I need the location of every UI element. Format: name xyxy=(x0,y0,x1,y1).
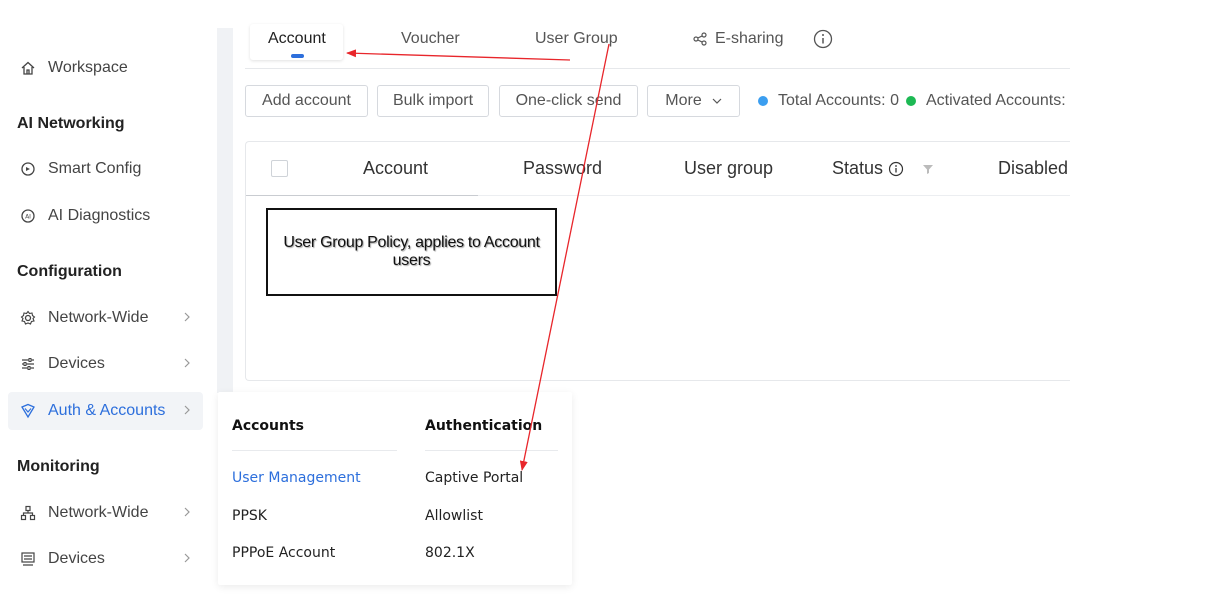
submenu-divider-authentication xyxy=(425,450,558,451)
submenu-heading-authentication: Authentication xyxy=(425,418,543,434)
arrow-to-account-tab xyxy=(346,49,571,61)
sidebar-divider xyxy=(217,28,233,393)
annotation-line-1: User Group Policy, applies to Account xyxy=(283,234,540,251)
column-header-account[interactable]: Account xyxy=(363,158,428,179)
device-monitor-icon xyxy=(18,549,38,569)
smart-config-icon xyxy=(18,159,38,179)
topology-icon xyxy=(18,503,38,523)
sidebar-item-network-wide-monitoring[interactable]: Network-Wide xyxy=(8,494,203,532)
column-header-status-label: Status xyxy=(832,158,884,178)
chevron-right-icon xyxy=(183,403,191,421)
tabs-divider xyxy=(245,68,1070,69)
submenu-item-allowlist[interactable]: Allowlist xyxy=(425,508,483,524)
share-icon xyxy=(693,32,707,46)
column-header-status: Status xyxy=(832,158,934,179)
total-accounts-stat: Total Accounts: 0 xyxy=(778,92,899,109)
tab-account[interactable]: Account xyxy=(268,30,326,48)
submenu-item-user-management[interactable]: User Management xyxy=(232,470,361,486)
sidebar-item-devices-monitoring[interactable]: Devices xyxy=(8,540,203,578)
column-header-disabled: Disabled xyxy=(998,158,1069,178)
activated-accounts-stat: Activated Accounts: 0 xyxy=(926,92,1070,109)
sidebar-item-smart-config[interactable]: Smart Config xyxy=(8,150,203,188)
chevron-right-icon xyxy=(183,551,191,569)
more-label: More xyxy=(665,92,702,109)
ai-diagnostics-icon: AI xyxy=(18,206,38,226)
tab-active-indicator xyxy=(291,54,304,58)
chevron-right-icon xyxy=(183,356,191,374)
more-dropdown-button[interactable]: More xyxy=(647,85,740,117)
sidebar-item-label: Network-Wide xyxy=(48,309,149,326)
column-header-password: Password xyxy=(523,158,603,178)
sidebar: Workspace AI Networking Smart Config AI … xyxy=(0,0,210,610)
submenu-heading-accounts: Accounts xyxy=(232,418,305,434)
sidebar-item-label: Network-Wide xyxy=(48,504,149,521)
sidebar-item-auth-accounts[interactable]: Auth & Accounts xyxy=(8,392,203,430)
gear-icon xyxy=(18,308,38,328)
svg-text:AI: AI xyxy=(25,214,31,221)
info-icon[interactable] xyxy=(813,29,833,54)
shield-icon xyxy=(18,401,38,421)
bulk-import-button[interactable]: Bulk import xyxy=(377,85,489,117)
select-all-checkbox[interactable] xyxy=(271,160,288,177)
info-icon[interactable] xyxy=(888,161,904,177)
add-account-button[interactable]: Add account xyxy=(245,85,368,117)
submenu-item-8021x[interactable]: 802.1X xyxy=(425,545,475,561)
sidebar-item-label: AI Diagnostics xyxy=(48,207,151,224)
section-title-ai-networking: AI Networking xyxy=(17,115,125,132)
sidebar-item-label: Auth & Accounts xyxy=(48,402,166,419)
sliders-icon xyxy=(18,354,38,374)
sidebar-item-label: Devices xyxy=(48,355,105,372)
sidebar-item-network-wide-config[interactable]: Network-Wide xyxy=(8,299,203,337)
one-click-send-button[interactable]: One-click send xyxy=(499,85,638,117)
tab-esharing[interactable]: E-sharing xyxy=(693,30,783,48)
sidebar-item-devices-config[interactable]: Devices xyxy=(8,345,203,383)
section-title-monitoring: Monitoring xyxy=(17,458,100,475)
sidebar-item-ai-diagnostics[interactable]: AI AI Diagnostics xyxy=(8,197,203,235)
annotation-callout: User Group Policy, applies to Account us… xyxy=(266,208,557,296)
chevron-right-icon xyxy=(183,505,191,523)
total-accounts-dot xyxy=(758,96,768,106)
tab-user-group[interactable]: User Group xyxy=(535,30,618,48)
chevron-down-icon xyxy=(712,97,722,105)
sidebar-item-workspace[interactable]: Workspace xyxy=(8,49,203,87)
filter-icon[interactable] xyxy=(922,163,934,175)
submenu-item-captive-portal[interactable]: Captive Portal xyxy=(425,470,523,486)
tab-voucher[interactable]: Voucher xyxy=(401,30,460,48)
sidebar-item-label: Devices xyxy=(48,550,105,567)
submenu-divider-accounts xyxy=(232,450,397,451)
column-header-user-group: User group xyxy=(684,158,774,178)
annotation-line-2: users xyxy=(392,252,431,269)
chevron-right-icon xyxy=(183,310,191,328)
activated-accounts-dot xyxy=(906,96,916,106)
home-icon xyxy=(18,58,38,78)
sort-column-indicator xyxy=(246,195,478,196)
sidebar-item-label: Workspace xyxy=(48,59,128,76)
tab-esharing-label: E-sharing xyxy=(715,30,784,47)
submenu-item-pppoe-account[interactable]: PPPoE Account xyxy=(232,545,335,561)
sidebar-item-label: Smart Config xyxy=(48,160,142,177)
section-title-configuration: Configuration xyxy=(17,263,122,280)
submenu-item-ppsk[interactable]: PPSK xyxy=(232,508,267,524)
